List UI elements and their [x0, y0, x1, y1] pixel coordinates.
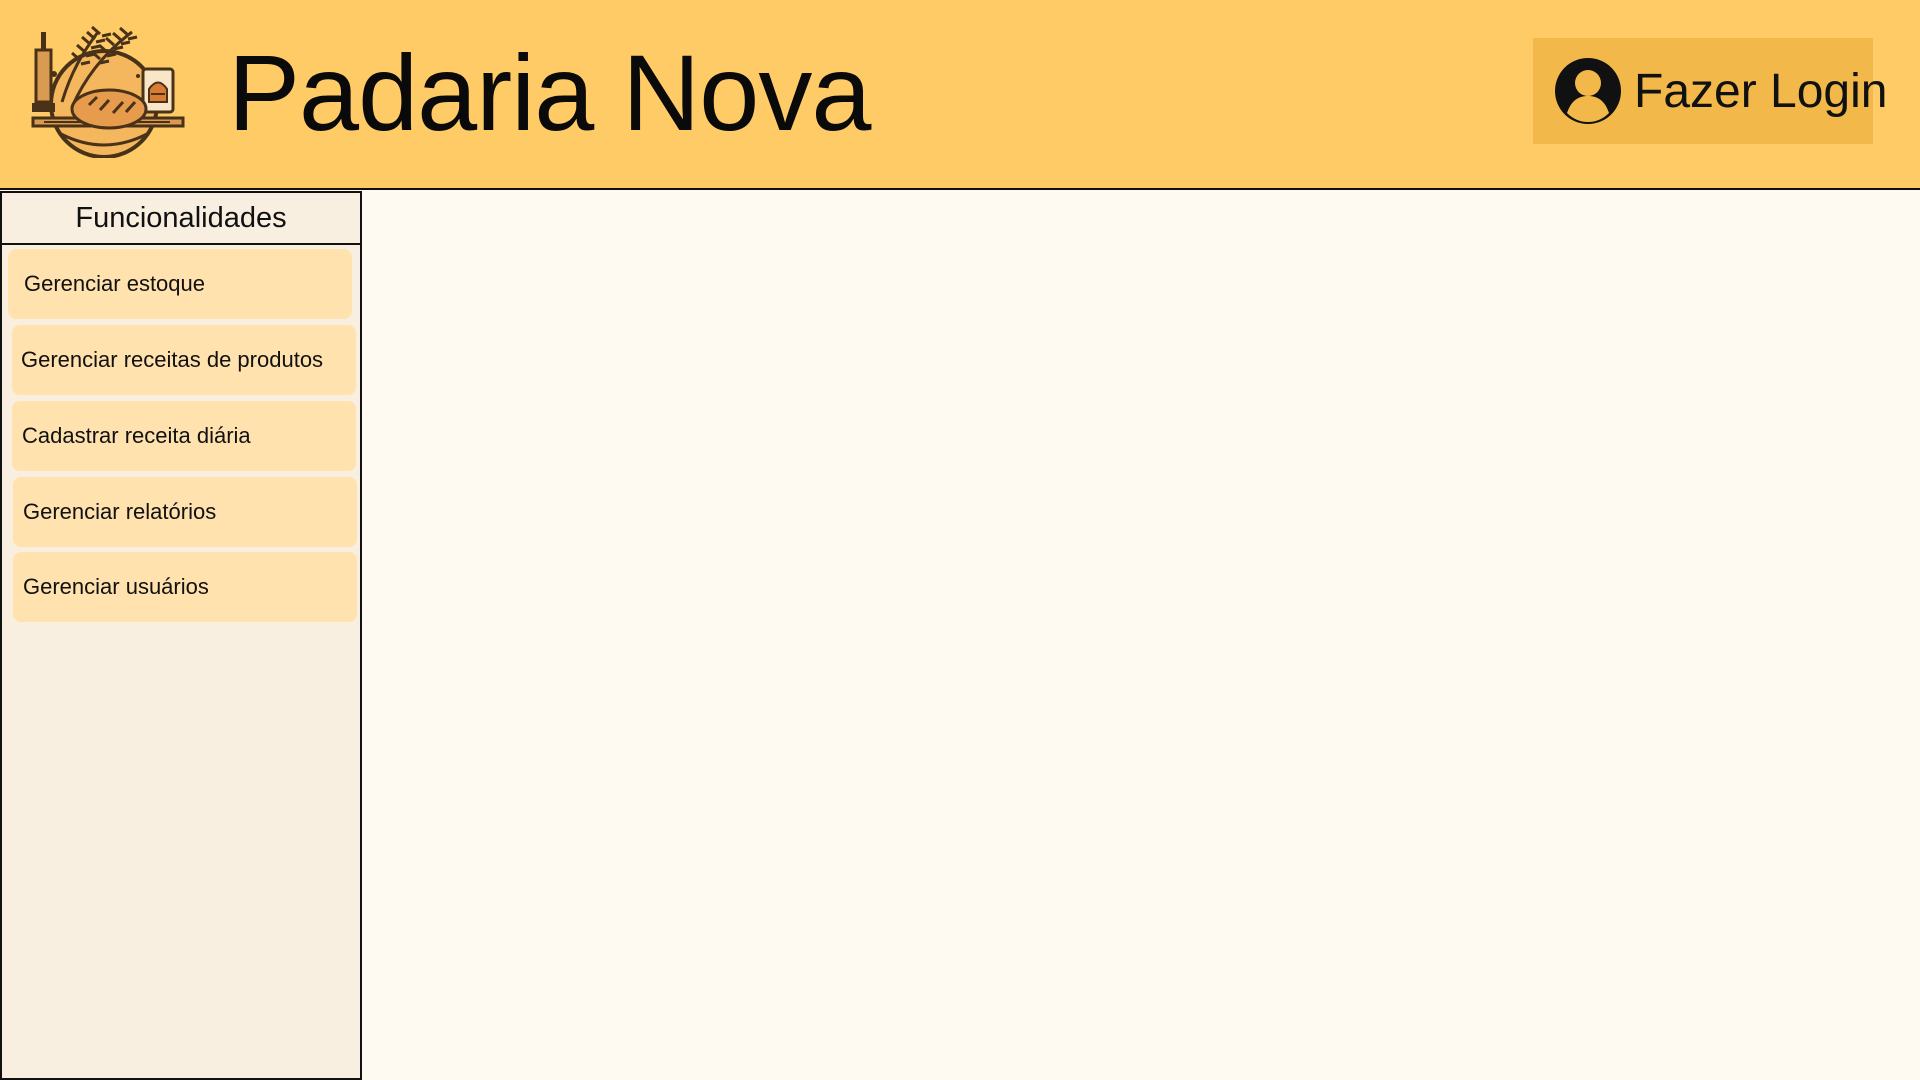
bakery-logo-icon [31, 25, 185, 158]
sidebar-item-label: Gerenciar estoque [24, 271, 205, 296]
sidebar-item-cadastrar-receita-diaria[interactable]: Cadastrar receita diária [12, 401, 356, 471]
sidebar-item-gerenciar-estoque[interactable]: Gerenciar estoque [8, 249, 352, 319]
sidebar-item-label: Gerenciar relatórios [23, 499, 217, 524]
sidebar-title: Funcionalidades [2, 193, 360, 245]
sidebar-item-gerenciar-relatorios[interactable]: Gerenciar relatórios [13, 477, 357, 547]
main-content-area [362, 191, 1920, 1080]
sidebar-item-label: Gerenciar usuários [23, 574, 209, 599]
sidebar-item-gerenciar-receitas-de-produtos[interactable]: Gerenciar receitas de produtos [12, 325, 356, 395]
sidebar-item-label: Gerenciar receitas de produtos [21, 347, 324, 372]
sidebar-item-gerenciar-usuarios[interactable]: Gerenciar usuários [13, 552, 357, 622]
login-button-label: Fazer Login [1634, 64, 1888, 118]
features-sidebar: Funcionalidades Gerenciar estoque Gerenc… [0, 191, 362, 1080]
sidebar-item-label: Cadastrar receita diária [22, 423, 251, 448]
login-button[interactable]: Fazer Login [1533, 38, 1887, 144]
user-avatar-icon [1555, 58, 1621, 124]
app-title: Padaria Nova [228, 32, 871, 153]
header-bar: Padaria Nova Fazer Login [0, 0, 1920, 190]
